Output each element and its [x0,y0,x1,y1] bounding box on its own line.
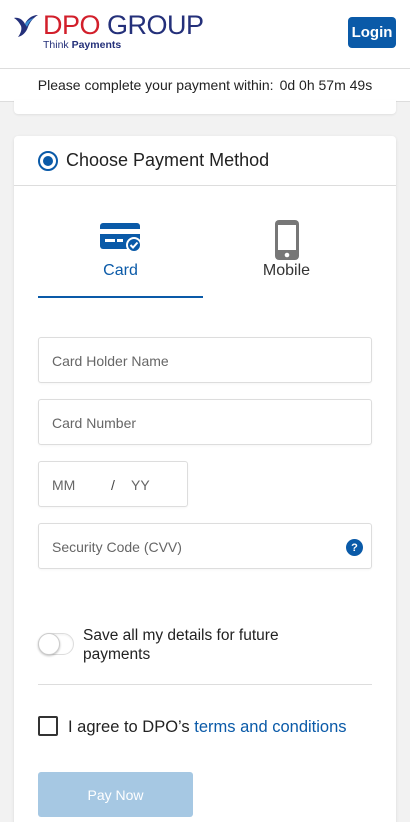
terms-agreement-text: I agree to DPO’s terms and conditions [68,718,347,737]
save-details-toggle[interactable] [38,633,74,655]
tab-mobile[interactable]: Mobile [204,216,369,298]
logo-wordmark: DPO GROUP [43,10,204,41]
dpo-group-logo[interactable]: DPO GROUP Think Payments [13,10,213,54]
tab-card[interactable]: Card [38,216,203,298]
timer-label: Please complete your payment within: [37,77,274,93]
timer-value: 0d 0h 57m 49s [279,77,373,93]
payment-method-radio[interactable] [38,151,58,171]
card-number-input[interactable]: Card Number [38,399,372,445]
cvv-input[interactable]: Security Code (CVV) ? [38,523,372,569]
cvv-placeholder: Security Code (CVV) [52,539,182,555]
logo-dpo-text: DPO [43,10,101,40]
login-button[interactable]: Login [348,17,396,48]
previous-section-card [14,100,396,114]
credit-card-icon [99,223,142,253]
save-details-label: Save all my details for future payments [83,627,279,663]
card-holder-name-input[interactable]: Card Holder Name [38,337,372,383]
logo-tagline: Think Payments [43,39,121,51]
card-number-placeholder: Card Number [52,415,137,431]
expiry-separator: / [111,477,115,493]
expiry-month-placeholder[interactable]: MM [52,477,75,493]
bird-logo-icon [14,15,38,37]
tab-mobile-label: Mobile [262,262,311,279]
panel-header: Choose Payment Method [14,136,396,186]
logo-tagline-payments: Payments [71,39,122,51]
expiry-date-input[interactable]: MM / YY [38,461,188,507]
top-header: DPO GROUP Think Payments Login [0,0,410,68]
pay-now-button[interactable]: Pay Now [38,772,193,817]
mobile-phone-icon [274,220,299,260]
divider [38,684,372,685]
terms-prefix: I agree to DPO’s [68,718,195,736]
toggle-knob [38,633,60,655]
card-holder-name-placeholder: Card Holder Name [52,353,169,369]
payment-method-panel: Choose Payment Method Card Mobile Card H… [14,136,396,822]
expiry-year-placeholder[interactable]: YY [131,477,150,493]
tab-card-label: Card [103,262,138,279]
panel-title: Choose Payment Method [66,150,270,170]
logo-tagline-think: Think [43,39,72,51]
terms-checkbox[interactable] [38,716,58,736]
help-icon[interactable]: ? [346,539,363,556]
payment-timer-bar: Please complete your payment within: 0d … [0,68,410,102]
logo-group-text: GROUP [100,10,204,40]
terms-link[interactable]: terms and conditions [194,718,346,736]
